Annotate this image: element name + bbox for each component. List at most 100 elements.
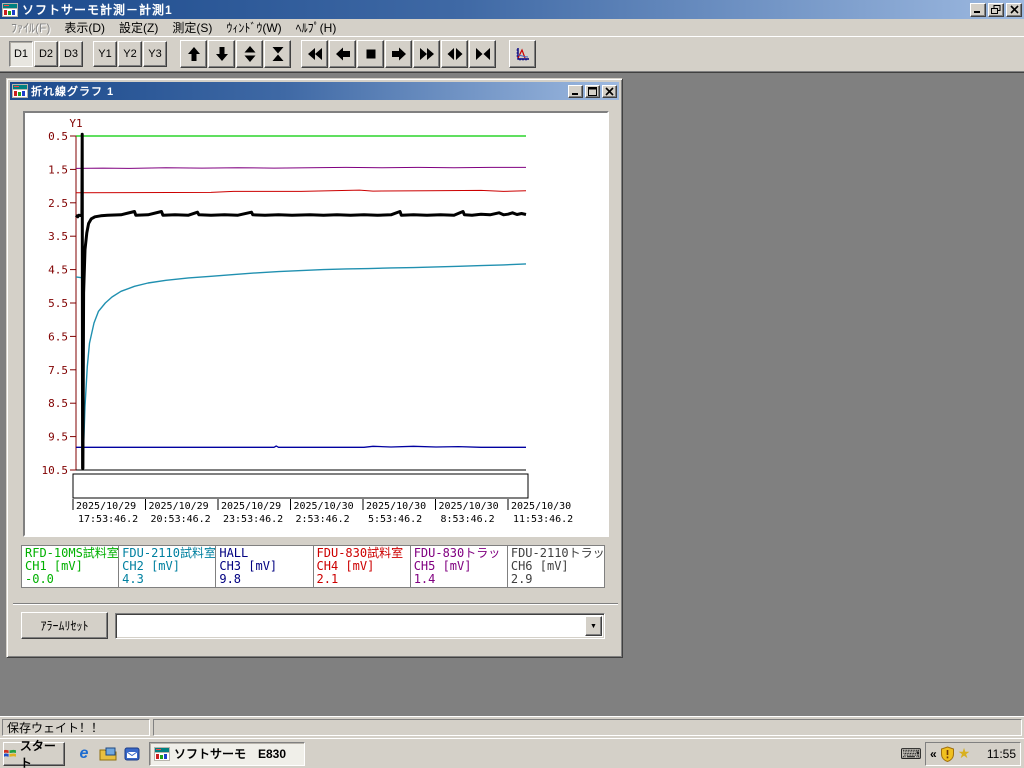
tray-clock: 11:55 (986, 746, 1016, 761)
channel-value: 2.9 (510, 572, 533, 586)
svg-text:2025/10/29: 2025/10/29 (76, 501, 136, 512)
svg-text:2025/10/30: 2025/10/30 (294, 501, 354, 512)
task-button-softthermo[interactable]: ソフトサーモ E830 (149, 741, 305, 766)
stop-button[interactable] (357, 40, 384, 68)
expand-vertical-icon (244, 46, 255, 62)
graph-window-titlebar[interactable]: 折れ線グラフ 1 (10, 82, 619, 100)
y3-button[interactable]: Y3 (143, 41, 167, 67)
alarm-reset-button[interactable]: ｱﾗｰﾑﾘｾｯﾄ (21, 612, 108, 639)
svg-text:11:53:46.2: 11:53:46.2 (513, 514, 573, 525)
close-button[interactable] (1006, 2, 1022, 17)
minimize-icon (974, 11, 980, 13)
expand-x-button[interactable] (441, 40, 468, 68)
graph-setup-button[interactable] (509, 40, 536, 68)
menu-item-window[interactable]: ｳｨﾝﾄﾞｳ(W) (219, 18, 288, 37)
up-arrow-icon (187, 47, 200, 61)
svg-text:17:53:46.2: 17:53:46.2 (78, 514, 138, 525)
graph-close-button[interactable] (602, 84, 617, 98)
legend-cell-ch4: FDU-830試料室 CH4 [mV] 2.1 (313, 546, 411, 587)
y1-button[interactable]: Y1 (93, 41, 117, 67)
divider (13, 603, 618, 605)
app-titlebar: ソフトサーモ計測－計測1 (0, 0, 1024, 19)
start-button[interactable]: スタート (3, 739, 65, 768)
pan-right-button[interactable] (385, 40, 412, 68)
status-message: 保存ウェイト！！ (2, 719, 150, 736)
left-arrow-icon (335, 47, 350, 61)
svg-text:5:53:46.2: 5:53:46.2 (368, 514, 422, 525)
close-icon (1009, 5, 1019, 14)
expand-y-button[interactable] (236, 40, 263, 68)
toolbar: D1 D2 D3 Y1 Y2 Y3 (0, 37, 1024, 72)
svg-text:5.5: 5.5 (48, 297, 68, 310)
svg-text:10.5: 10.5 (42, 464, 69, 477)
alarm-combo[interactable]: ▼ (115, 613, 605, 639)
channel-value: 9.8 (219, 572, 242, 586)
internet-explorer-icon[interactable]: e (75, 745, 93, 763)
show-desktop-icon[interactable] (99, 745, 117, 763)
mdi-background: 折れ線グラフ 1 Y1 0.5 1.5 2.5 3.5 4.5 5.5 6.5 7.5 8.5 9.… (0, 72, 1024, 716)
legend-cell-ch5: FDU-830トラッ CH5 [mV] 1.4 (410, 546, 508, 587)
restore-icon (991, 5, 1001, 14)
pan-down-button[interactable] (208, 40, 235, 68)
svg-text:2025/10/30: 2025/10/30 (366, 501, 426, 512)
svg-text:0.5: 0.5 (48, 130, 68, 143)
svg-text:2.5: 2.5 (48, 197, 68, 210)
combo-dropdown-button[interactable]: ▼ (585, 616, 602, 636)
double-right-arrow-icon (419, 48, 434, 60)
graph-window-title: 折れ線グラフ 1 (31, 86, 115, 98)
d2-button[interactable]: D2 (34, 41, 58, 67)
tray-collapse-icon[interactable]: « (930, 747, 937, 761)
menu-item-view[interactable]: 表示(D) (57, 18, 112, 37)
menu-item-measure[interactable]: 測定(S) (165, 18, 219, 37)
svg-text:20:53:46.2: 20:53:46.2 (151, 514, 211, 525)
chart-icon (516, 48, 529, 61)
graph-window: 折れ線グラフ 1 Y1 0.5 1.5 2.5 3.5 4.5 5.5 6.5 7.5 8.5 9.… (6, 78, 623, 658)
pan-left-button[interactable] (329, 40, 356, 68)
compress-x-button[interactable] (469, 40, 496, 68)
minimize-button[interactable] (970, 2, 986, 17)
legend-cell-ch2: FDU-2110試料室 CH2 [mV] 4.3 (119, 546, 217, 587)
pan-up-button[interactable] (180, 40, 207, 68)
app-icon (2, 2, 18, 17)
svg-text:8:53:46.2: 8:53:46.2 (441, 514, 495, 525)
menu-item-help[interactable]: ﾍﾙﾌﾟ(H) (289, 18, 344, 37)
rewind-button[interactable] (301, 40, 328, 68)
graph-maximize-button[interactable] (585, 84, 600, 98)
menu-item-settings[interactable]: 設定(Z) (112, 18, 165, 37)
mail-icon[interactable] (123, 745, 141, 763)
d1-button[interactable]: D1 (9, 41, 33, 67)
d3-button[interactable]: D3 (59, 41, 83, 67)
svg-text:2025/10/29: 2025/10/29 (149, 501, 209, 512)
channel-value: 2.1 (316, 572, 339, 586)
maximize-icon (588, 86, 597, 96)
keyboard-icon[interactable]: ⌨ (900, 745, 922, 763)
svg-text:3.5: 3.5 (48, 230, 68, 243)
legend-cell-ch3: HALL CH3 [mV] 9.8 (216, 546, 314, 587)
alarm-combo-value (119, 617, 582, 635)
down-arrow-icon (215, 47, 228, 61)
quick-launch: e (75, 745, 141, 763)
line-chart: Y10.5 1.5 2.5 3.5 4.5 5.5 6.5 7.5 8.5 9.5 10.5 2025… (42, 117, 574, 525)
svg-text:Y1: Y1 (69, 117, 82, 130)
system-tray: « ★ 11:55 (925, 741, 1021, 766)
svg-text:2025/10/30: 2025/10/30 (511, 501, 571, 512)
stop-icon (366, 49, 375, 59)
menubar: ﾌｧｲﾙ(F) 表示(D) 設定(Z) 測定(S) ｳｨﾝﾄﾞｳ(W) ﾍﾙﾌﾟ… (0, 19, 1024, 37)
menu-item-file[interactable]: ﾌｧｲﾙ(F) (4, 18, 57, 37)
start-label: スタート (19, 738, 56, 768)
compress-y-button[interactable] (264, 40, 291, 68)
taskbar: スタート e ソフトサーモ E830 ⌨ « ★ 11:55 (0, 738, 1024, 768)
app-title: ソフトサーモ計測－計測1 (22, 3, 173, 17)
svg-text:4.5: 4.5 (48, 264, 68, 277)
y2-button[interactable]: Y2 (118, 41, 142, 67)
windows-logo-icon (4, 749, 16, 757)
statusbar: 保存ウェイト！！ (0, 716, 1024, 738)
restore-button[interactable] (988, 2, 1004, 17)
security-shield-icon[interactable] (940, 745, 955, 762)
fast-forward-button[interactable] (413, 40, 440, 68)
svg-text:2025/10/30: 2025/10/30 (439, 501, 499, 512)
star-icon[interactable]: ★ (958, 745, 971, 762)
graph-minimize-button[interactable] (568, 84, 583, 98)
collapse-vertical-icon (272, 47, 283, 61)
legend-cell-ch1: RFD-10MS試料室 CH1 [mV] -0.0 (22, 546, 120, 587)
